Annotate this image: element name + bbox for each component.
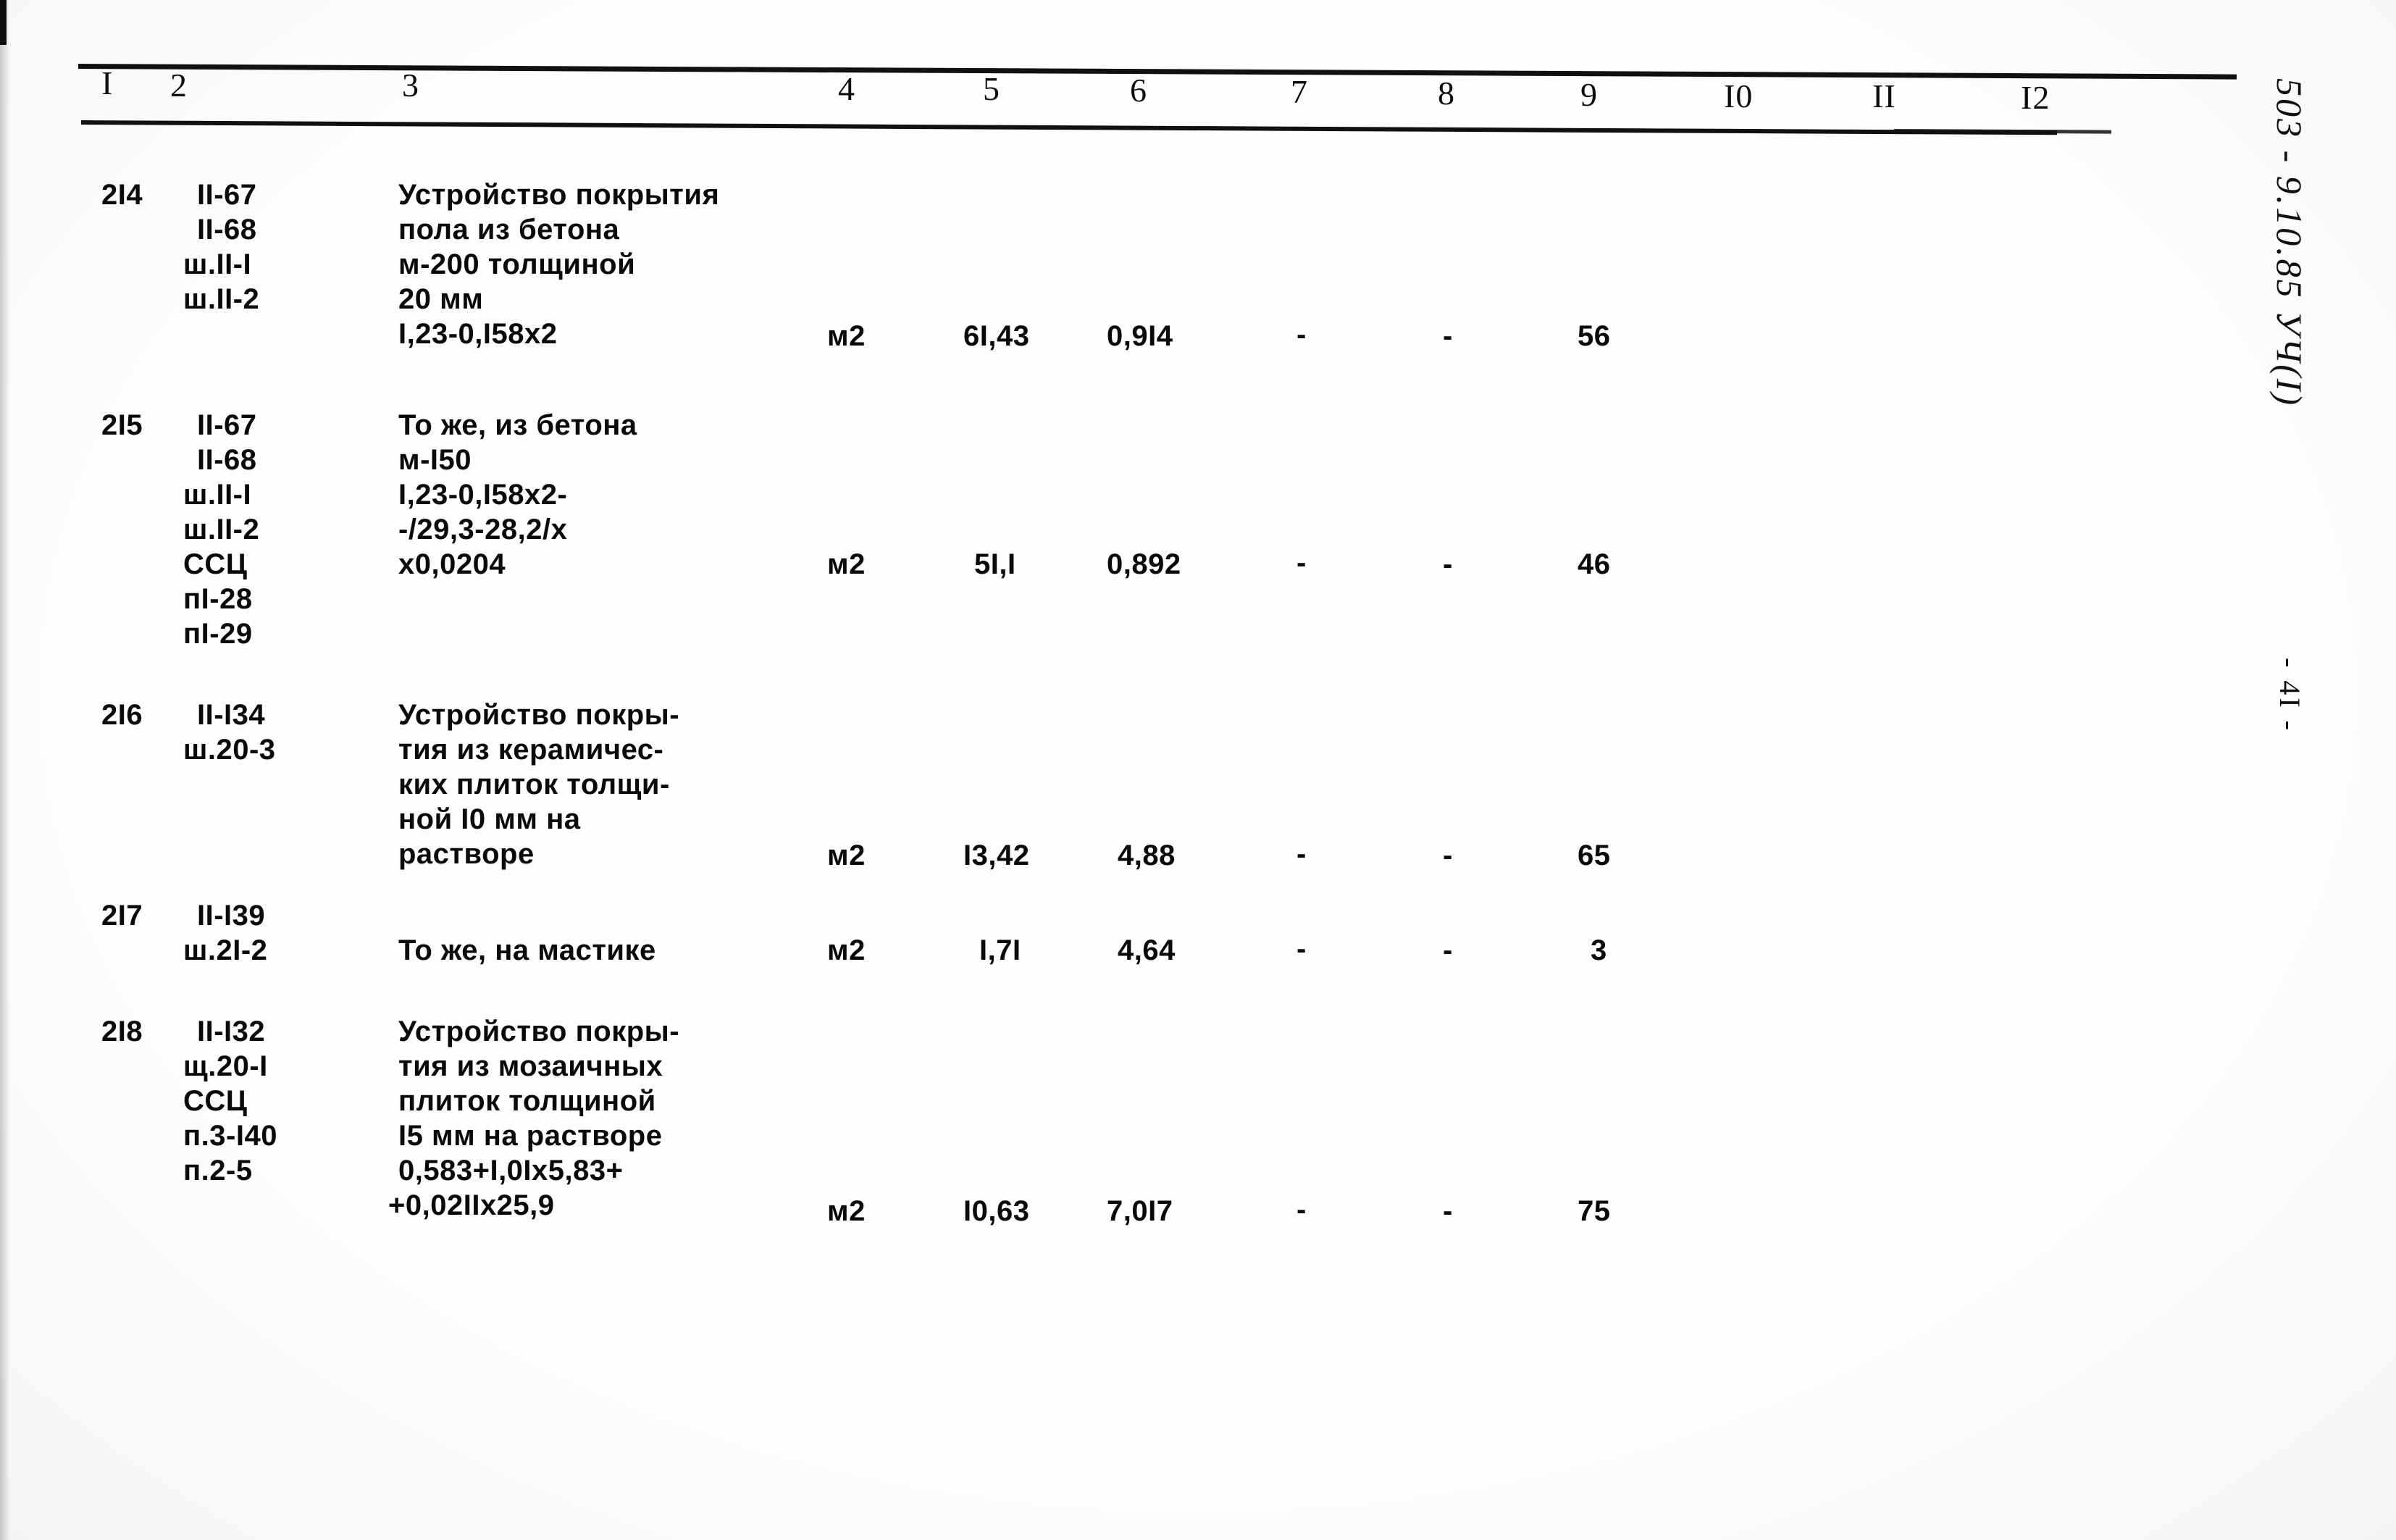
row-description-line: x0,0204 bbox=[398, 548, 506, 580]
column-number-3: 3 bbox=[402, 67, 419, 104]
row-description-line: Устройство покры- bbox=[398, 1016, 680, 1047]
row-unit: м2 bbox=[827, 1195, 866, 1227]
row-unit: м2 bbox=[827, 320, 866, 352]
row-code: II-67 bbox=[197, 179, 257, 211]
row-index: 2I4 bbox=[101, 179, 143, 211]
row-description-line: тия из керамичес- bbox=[398, 734, 664, 766]
row-col7: - bbox=[1297, 547, 1307, 579]
column-number-7: 7 bbox=[1291, 73, 1308, 110]
row-col6: 4,88 bbox=[1118, 840, 1176, 871]
column-number-6: 6 bbox=[1130, 72, 1147, 109]
column-number-2: 2 bbox=[170, 67, 188, 104]
row-code: ССЦ bbox=[183, 548, 248, 580]
row-col6: 4,64 bbox=[1118, 934, 1176, 966]
column-number-4: 4 bbox=[838, 70, 855, 107]
row-code: II-68 bbox=[197, 214, 257, 246]
row-code: ш.20-3 bbox=[183, 734, 276, 766]
row-code: II-68 bbox=[197, 444, 257, 476]
row-description-line: +0,02IIx25,9 bbox=[388, 1189, 555, 1221]
row-description-line: плиток толщиной bbox=[398, 1085, 656, 1117]
row-description-line: То же, из бетона bbox=[398, 409, 637, 441]
row-col5: I3,42 bbox=[963, 840, 1030, 871]
row-col5: I0,63 bbox=[963, 1195, 1030, 1227]
row-col9: 65 bbox=[1578, 840, 1611, 871]
row-description-line: ких плиток толщи- bbox=[398, 769, 670, 800]
scanned-page: I 2 3 4 5 6 7 8 9 I0 II I2 2I4 II-67 II-… bbox=[0, 0, 2396, 1540]
row-description-line: Устройство покрытия bbox=[398, 179, 720, 211]
row-description-line: I,23-0,I58x2 bbox=[398, 318, 558, 350]
row-description-line: растворе bbox=[398, 838, 535, 870]
column-number-10: I0 bbox=[1724, 78, 1754, 114]
row-col9: 3 bbox=[1591, 934, 1607, 966]
column-number-5: 5 bbox=[983, 70, 1000, 107]
row-description-line: м-I50 bbox=[398, 444, 472, 476]
row-code: щ.20-I bbox=[183, 1050, 268, 1082]
row-col5: I,7I bbox=[979, 934, 1021, 966]
column-number-8: 8 bbox=[1438, 75, 1455, 112]
row-description-line: Устройство покры- bbox=[398, 699, 680, 731]
row-code: II-67 bbox=[197, 409, 257, 441]
row-col5: 6I,43 bbox=[963, 320, 1030, 352]
row-index: 2I5 bbox=[101, 409, 143, 441]
sheet-code-stamp: 503 - 9.10.85 УЧ(I) bbox=[2269, 78, 2310, 408]
row-unit: м2 bbox=[827, 934, 866, 966]
row-col9: 56 bbox=[1578, 320, 1611, 352]
row-col5: 5I,I bbox=[974, 548, 1016, 580]
row-col7: - bbox=[1297, 319, 1307, 351]
column-number-11: II bbox=[1872, 78, 1896, 114]
row-code: пI-29 bbox=[183, 618, 253, 650]
row-code: II-I39 bbox=[197, 900, 266, 932]
column-number-9: 9 bbox=[1580, 76, 1598, 113]
row-col6: 0,892 bbox=[1107, 548, 1181, 580]
row-col7: - bbox=[1297, 1194, 1307, 1226]
row-description-line: 0,583+I,0Ix5,83+ bbox=[398, 1155, 624, 1187]
row-index: 2I8 bbox=[101, 1016, 143, 1047]
page-number-label: - 4I - bbox=[2274, 658, 2306, 733]
row-col7: - bbox=[1297, 838, 1307, 870]
scan-gutter-shadow bbox=[0, 0, 10, 1540]
row-unit: м2 bbox=[827, 840, 866, 871]
row-code: ССЦ bbox=[183, 1085, 248, 1117]
row-col7: - bbox=[1297, 933, 1307, 965]
row-description-line: тия из мозаичных bbox=[398, 1050, 663, 1082]
row-col8: - bbox=[1443, 840, 1453, 871]
row-col9: 75 bbox=[1578, 1195, 1611, 1227]
row-index: 2I7 bbox=[101, 900, 143, 932]
row-col9: 46 bbox=[1578, 548, 1611, 580]
row-description-line: I,23-0,I58x2- bbox=[398, 479, 568, 511]
row-description-line: I5 мм на растворе bbox=[398, 1120, 663, 1152]
row-code: ш.II-I bbox=[183, 248, 252, 280]
row-index: 2I6 bbox=[101, 699, 143, 731]
row-code: ш.2I-2 bbox=[183, 934, 268, 966]
row-code: п.2-5 bbox=[183, 1155, 253, 1187]
row-code: II-I32 bbox=[197, 1016, 266, 1047]
row-col8: - bbox=[1443, 934, 1453, 966]
row-col6: 0,9I4 bbox=[1107, 320, 1173, 352]
column-number-12: I2 bbox=[2021, 79, 2051, 116]
row-code: п.3-I40 bbox=[183, 1120, 277, 1152]
row-code: ш.II-2 bbox=[183, 514, 260, 545]
row-code: ш.II-2 bbox=[183, 283, 260, 315]
row-description-line: м-200 толщиной bbox=[398, 248, 636, 280]
row-col8: - bbox=[1443, 548, 1453, 580]
row-col8: - bbox=[1443, 1195, 1453, 1227]
row-description-line: ной I0 мм на bbox=[398, 803, 581, 835]
row-code: пI-28 bbox=[183, 583, 253, 615]
row-description-line: -/29,3-28,2/x bbox=[398, 514, 568, 545]
column-number-1: I bbox=[101, 64, 114, 101]
row-col8: - bbox=[1443, 320, 1453, 352]
row-description-line: пола из бетона bbox=[398, 214, 620, 246]
row-code: II-I34 bbox=[197, 699, 266, 731]
row-description-line: 20 мм bbox=[398, 283, 484, 315]
row-code: ш.II-I bbox=[183, 479, 252, 511]
row-description-line: То же, на мастике bbox=[398, 934, 656, 966]
row-unit: м2 bbox=[827, 548, 866, 580]
table-header-bottom-rule bbox=[80, 120, 2057, 135]
row-col6: 7,0I7 bbox=[1107, 1195, 1173, 1227]
